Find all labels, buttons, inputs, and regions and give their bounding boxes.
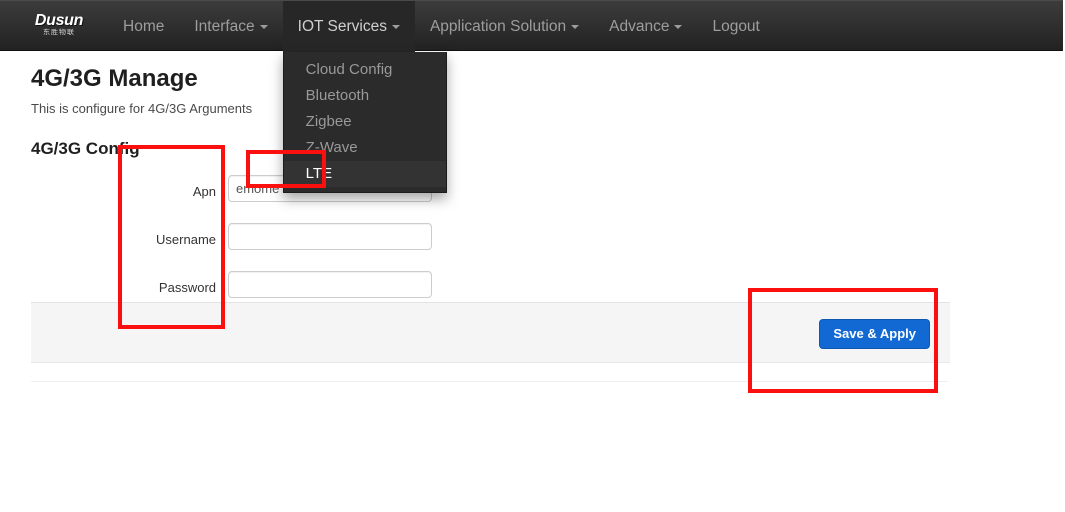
nav-item-advance: Advance bbox=[594, 1, 697, 52]
page-subtitle: This is configure for 4G/3G Arguments bbox=[31, 101, 253, 116]
nav-item-application-solution: Application Solution bbox=[415, 1, 594, 52]
username-input[interactable] bbox=[228, 223, 432, 250]
iot-services-dropdown-menu: Cloud Config Bluetooth Zigbee Z-Wave LTE bbox=[282, 52, 447, 193]
dropdown-item-lte[interactable]: LTE bbox=[283, 161, 446, 187]
nav-item-home: Home bbox=[108, 1, 179, 52]
dropdown-row-cloud-config: Cloud Config bbox=[284, 57, 446, 83]
dropdown-row-lte: LTE bbox=[283, 161, 446, 187]
section-title-config: 4G/3G Config bbox=[31, 139, 140, 158]
dropdown-row-bluetooth: Bluetooth bbox=[284, 83, 446, 109]
password-input[interactable] bbox=[228, 271, 432, 298]
chevron-down-icon bbox=[571, 24, 580, 29]
nav-label-iot-services: IOT Services bbox=[297, 17, 387, 35]
nav-label-logout: Logout bbox=[712, 17, 760, 35]
config-form: Apn Username Password bbox=[31, 175, 951, 319]
dropdown-item-zigbee[interactable]: Zigbee bbox=[284, 109, 446, 135]
nav-label-application-solution: Application Solution bbox=[429, 17, 567, 35]
save-and-apply-button[interactable]: Save & Apply bbox=[819, 319, 930, 349]
page-container: 4G/3G Manage This is configure for 4G/3G… bbox=[31, 51, 951, 382]
main-nav-list: Home Interface IOT Services Cloud Config bbox=[108, 1, 775, 193]
form-action-panel: Save & Apply bbox=[31, 302, 950, 363]
dropdown-row-z-wave: Z-Wave bbox=[284, 135, 446, 161]
nav-item-iot-services: IOT Services Cloud Config Bluetooth Zigb… bbox=[282, 1, 447, 193]
nav-label-advance: Advance bbox=[609, 17, 670, 35]
navbar-inner: Dusun 东胜物联 Home Interface IOT Services C… bbox=[0, 1, 1063, 193]
nav-link-iot-services[interactable]: IOT Services bbox=[282, 1, 415, 52]
content-divider bbox=[31, 381, 948, 382]
chevron-down-icon bbox=[674, 24, 683, 29]
label-apn: Apn bbox=[192, 184, 216, 199]
nav-label-interface: Interface bbox=[194, 17, 255, 35]
page-title: 4G/3G Manage bbox=[31, 65, 198, 92]
nav-item-interface: Interface bbox=[179, 1, 282, 52]
chevron-down-icon bbox=[259, 24, 268, 29]
dropdown-item-bluetooth[interactable]: Bluetooth bbox=[284, 83, 446, 109]
top-navbar: Dusun 东胜物联 Home Interface IOT Services C… bbox=[0, 0, 1063, 193]
nav-label-home: Home bbox=[123, 17, 165, 35]
brand-name: Dusun bbox=[34, 12, 84, 29]
nav-link-application-solution[interactable]: Application Solution bbox=[415, 1, 594, 52]
label-username: Username bbox=[156, 232, 216, 247]
nav-link-logout[interactable]: Logout bbox=[697, 1, 774, 52]
nav-link-interface[interactable]: Interface bbox=[179, 1, 282, 52]
form-row-apn: Apn bbox=[31, 175, 951, 223]
dropdown-item-z-wave[interactable]: Z-Wave bbox=[284, 135, 446, 161]
brand-logo[interactable]: Dusun 东胜物联 bbox=[26, 8, 92, 42]
brand-subtitle: 东胜物联 bbox=[43, 29, 75, 36]
dropdown-row-zigbee: Zigbee bbox=[284, 109, 446, 135]
nav-link-advance[interactable]: Advance bbox=[594, 1, 697, 52]
chevron-down-icon bbox=[391, 24, 400, 29]
nav-item-logout: Logout bbox=[697, 1, 774, 52]
form-row-username: Username bbox=[31, 223, 951, 271]
nav-link-home[interactable]: Home bbox=[108, 1, 179, 52]
dropdown-item-cloud-config[interactable]: Cloud Config bbox=[284, 57, 446, 83]
label-password: Password bbox=[158, 280, 216, 295]
